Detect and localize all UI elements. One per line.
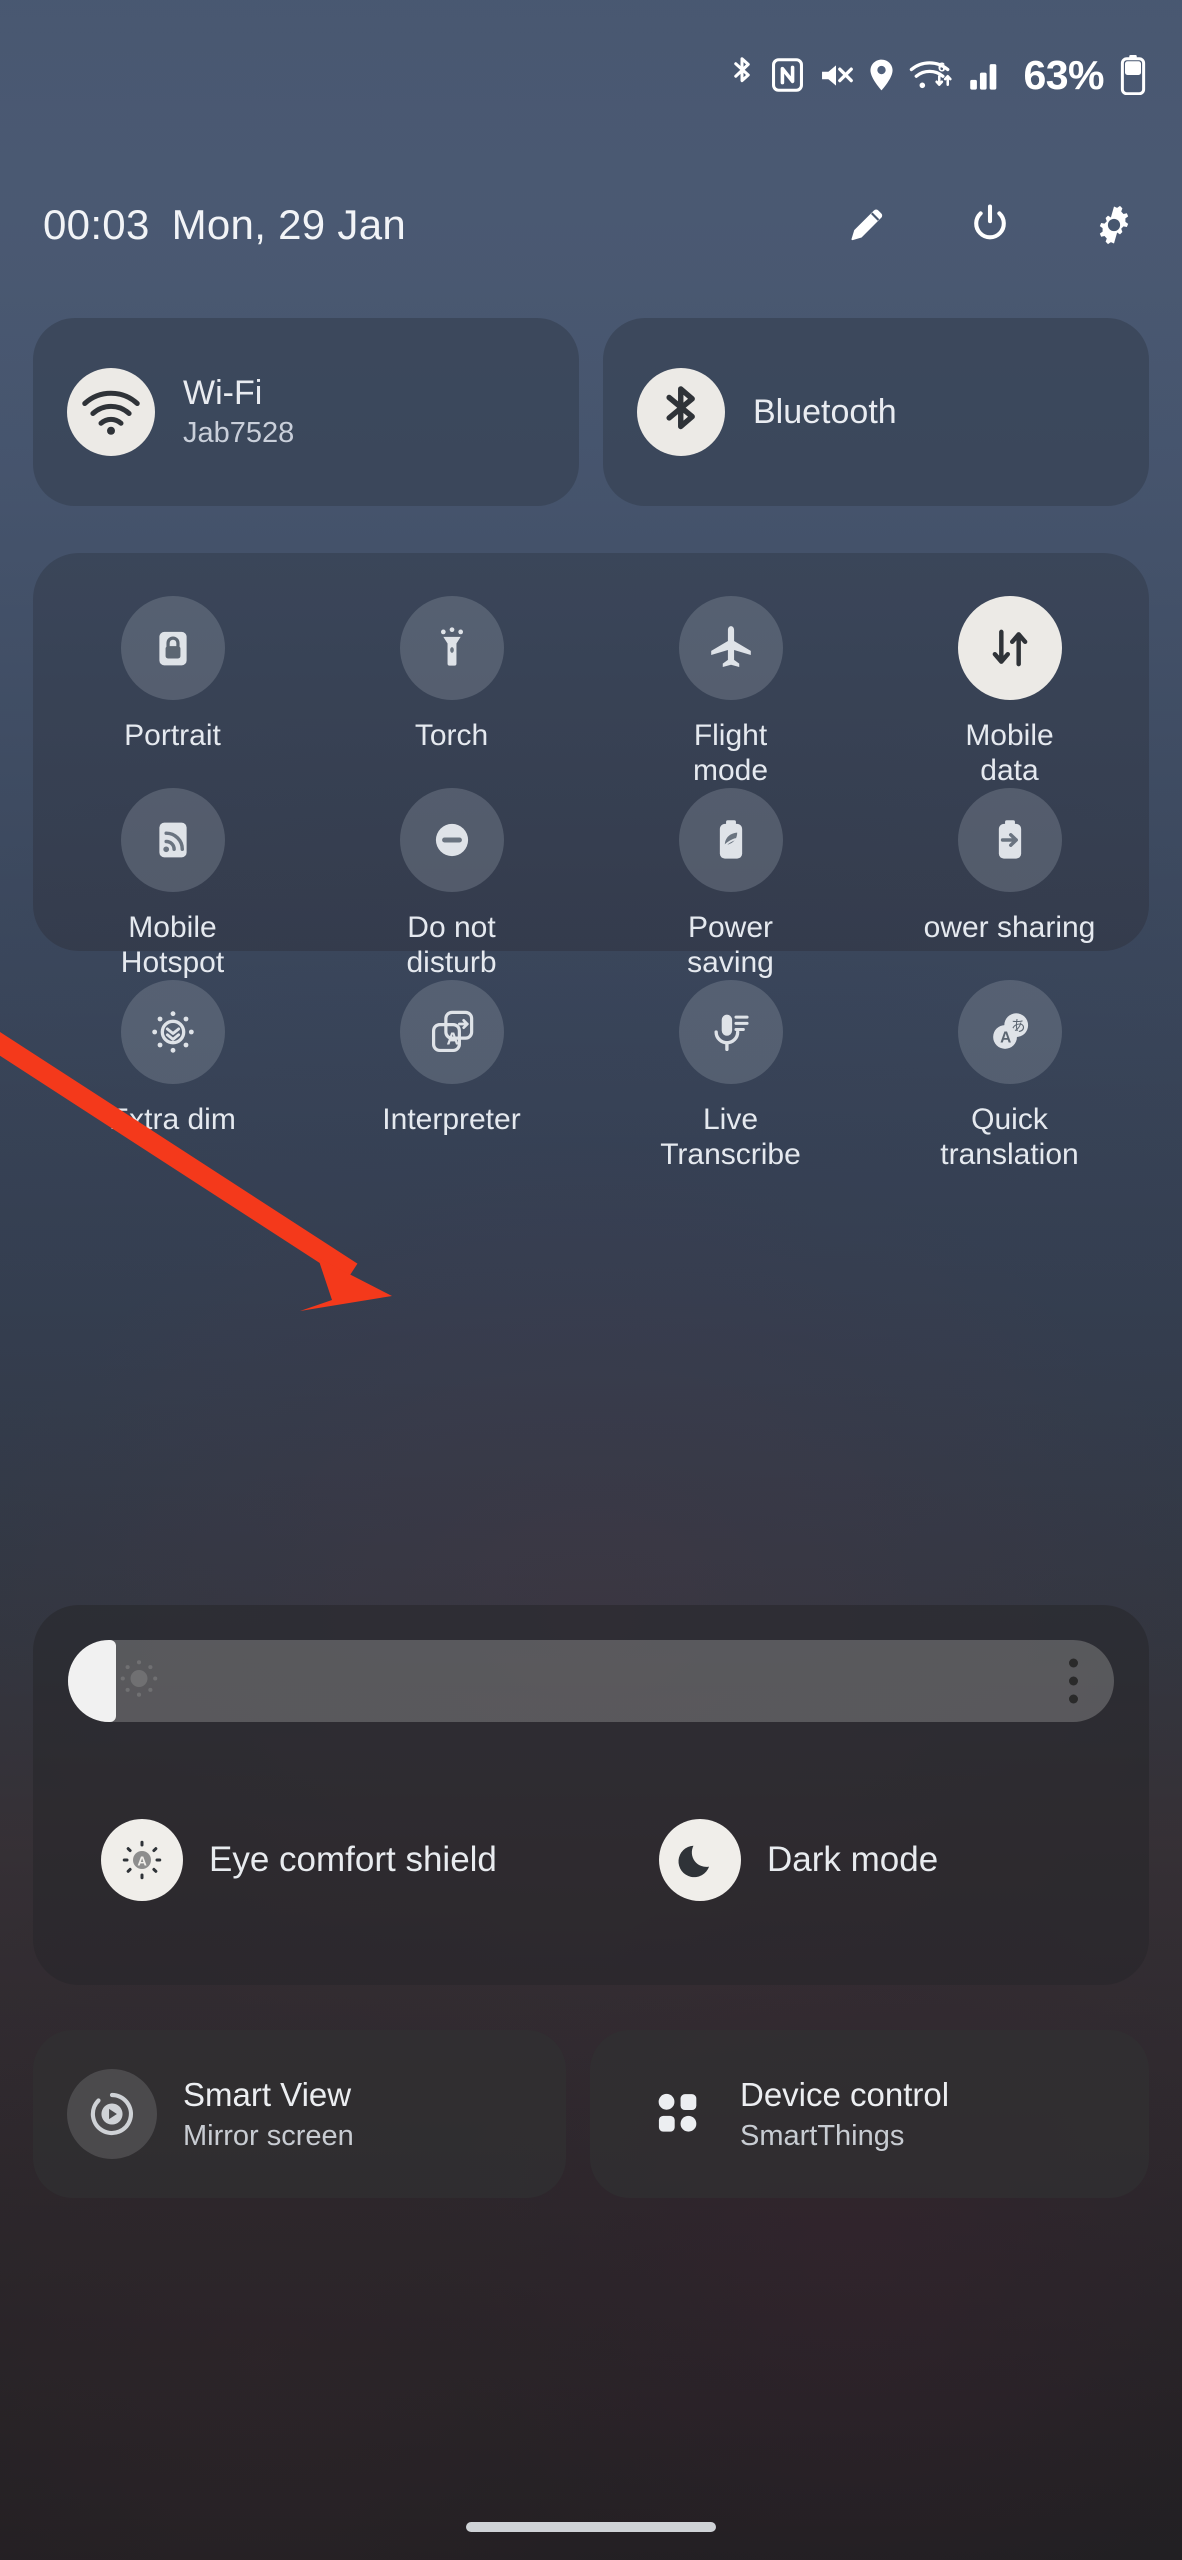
- header-date: Mon, 29 Jan: [171, 201, 407, 248]
- rotation-lock-icon: [120, 596, 225, 700]
- location-icon: [868, 57, 895, 93]
- quick-toggle-power-saving[interactable]: Power saving: [591, 780, 870, 979]
- home-gesture-bar[interactable]: [466, 2522, 716, 2532]
- bluetooth-icon: [727, 56, 757, 94]
- svg-text:A: A: [446, 1028, 458, 1048]
- live-transcribe-icon: [678, 980, 783, 1084]
- svg-text:6: 6: [938, 59, 945, 74]
- quick-toggle-label: Power saving: [687, 911, 774, 979]
- quick-toggle-mobile-data[interactable]: Mobile data: [870, 588, 1149, 787]
- grid-dots-icon: [650, 2084, 706, 2145]
- dark-mode-label: Dark mode: [767, 1840, 939, 1879]
- quick-toggle-do-not-disturb[interactable]: Do not disturb: [312, 780, 591, 979]
- quick-toggle-extra-dim[interactable]: Extra dim: [33, 972, 312, 1164]
- interpreter-icon: A: [399, 980, 504, 1084]
- header-actions: [842, 201, 1182, 249]
- wifi-tile-text: Wi-Fi Jab7528: [183, 374, 294, 450]
- bluetooth-tile-text: Bluetooth: [753, 393, 897, 432]
- svg-text:A: A: [137, 1853, 147, 1868]
- airplane-icon: [678, 596, 783, 700]
- connectivity-row: Wi-Fi Jab7528 Bluetooth: [33, 318, 1149, 506]
- quick-toggle-portrait[interactable]: Portrait: [33, 588, 312, 780]
- smart-view-title: Smart View: [183, 2075, 352, 2113]
- clock-time: 00:03: [43, 201, 150, 248]
- device-control-subtitle: SmartThings: [740, 2119, 905, 2152]
- device-control-title: Device control: [740, 2075, 950, 2113]
- dark-mode-toggle[interactable]: Dark mode: [591, 1795, 1149, 1925]
- smart-view-subtitle: Mirror screen: [183, 2119, 354, 2152]
- smart-view-shortcut[interactable]: Smart View Mirror screen: [33, 2030, 566, 2198]
- eye-comfort-shield-toggle[interactable]: A Eye comfort shield: [33, 1795, 591, 1925]
- quick-toggle-label: Interpreter: [382, 1103, 521, 1136]
- signal-icon: [969, 59, 1003, 91]
- quick-toggle-label: Mobile Hotspot: [120, 911, 225, 979]
- brightness-slider[interactable]: [68, 1640, 1114, 1722]
- quick-toggle-label: Torch: [414, 719, 489, 752]
- nfc-icon: [771, 57, 804, 93]
- battery-icon: [1120, 55, 1146, 95]
- quick-toggle-label: Live Transcribe: [660, 1103, 801, 1171]
- quick-toggle-label: Quick translation: [940, 1103, 1079, 1171]
- quick-toggle-live-transcribe[interactable]: Live Transcribe: [591, 972, 870, 1171]
- quick-toggle-label: Do not disturb: [406, 911, 497, 979]
- quick-toggle-torch[interactable]: Torch: [312, 588, 591, 780]
- quick-translation-icon: あ A: [957, 980, 1062, 1084]
- smart-view-text: Smart View Mirror screen: [183, 2076, 354, 2153]
- quick-toggle-quick-translation[interactable]: あ A Quick translation: [870, 972, 1149, 1171]
- clock-date: 00:03 Mon, 29 Jan: [43, 201, 406, 249]
- mobile-data-icon: [957, 596, 1062, 700]
- wifi-icon: [67, 368, 155, 456]
- power-sharing-icon: [957, 788, 1062, 892]
- moon-icon: [659, 1819, 741, 1901]
- bluetooth-icon: [637, 368, 725, 456]
- quick-toggle-label: Mobile data: [965, 719, 1054, 787]
- device-control-text: Device control SmartThings: [740, 2076, 949, 2153]
- device-control-shortcut[interactable]: Device control SmartThings: [590, 2030, 1149, 2198]
- status-bar: 6 63%: [0, 0, 1182, 150]
- extra-dim-icon: [120, 980, 225, 1084]
- bluetooth-tile[interactable]: Bluetooth: [603, 318, 1149, 506]
- mute-icon: [818, 59, 854, 92]
- eye-comfort-shield-label: Eye comfort shield: [209, 1840, 497, 1879]
- power-icon[interactable]: [966, 201, 1014, 249]
- eye-comfort-icon: A: [101, 1819, 183, 1901]
- smart-view-icon: [67, 2069, 157, 2159]
- wifi-tile[interactable]: Wi-Fi Jab7528: [33, 318, 579, 506]
- wifi-icon: 6: [909, 57, 955, 93]
- panel-header: 00:03 Mon, 29 Jan: [0, 180, 1182, 270]
- power-saving-icon: [678, 788, 783, 892]
- bluetooth-title: Bluetooth: [753, 392, 897, 431]
- quick-toggle-mobile-hotspot[interactable]: Mobile Hotspot: [33, 780, 312, 979]
- quick-toggle-label: Flight mode: [692, 719, 769, 787]
- do-not-disturb-icon: [399, 788, 504, 892]
- display-mode-row: A Eye comfort shield Dark mode: [33, 1795, 1149, 1925]
- quick-toggle-label: Portrait: [124, 719, 221, 752]
- wifi-title: Wi-Fi: [183, 374, 263, 412]
- settings-icon[interactable]: [1090, 201, 1138, 249]
- quick-toggle-interpreter[interactable]: A Interpreter: [312, 972, 591, 1164]
- battery-percentage: 63%: [1023, 51, 1104, 98]
- brightness-icon: [116, 1656, 162, 1707]
- flashlight-icon: [399, 596, 504, 700]
- more-options-icon[interactable]: [1069, 1658, 1078, 1704]
- hotspot-icon: [120, 788, 225, 892]
- wifi-ssid: Jab7528: [183, 417, 295, 449]
- edit-icon[interactable]: [842, 201, 890, 249]
- quick-toggles-grid: Portrait Torch Flight mode Mobile data M…: [33, 560, 1149, 1171]
- quick-toggle-label: ower sharing: [923, 911, 1096, 944]
- quick-toggle-power-sharing[interactable]: ower sharing: [870, 780, 1149, 972]
- quick-toggle-flight-mode[interactable]: Flight mode: [591, 588, 870, 787]
- quick-toggle-label: Extra dim: [109, 1103, 236, 1136]
- svg-text:A: A: [1000, 1030, 1011, 1047]
- shortcut-row: Smart View Mirror screen Device control …: [33, 2030, 1149, 2198]
